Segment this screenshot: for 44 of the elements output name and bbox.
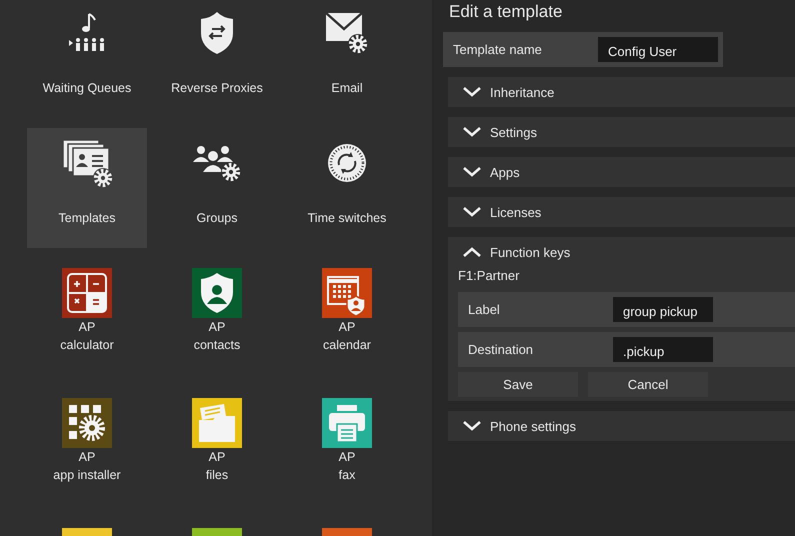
launcher-item[interactable]: Groups <box>157 128 277 248</box>
launcher-item[interactable]: Time switches <box>287 128 407 248</box>
input-field[interactable]: group pickup <box>613 297 713 322</box>
field-label: Template name <box>453 42 543 57</box>
launcher-item[interactable]: AP calculator <box>27 258 147 378</box>
section-header[interactable]: Settings <box>448 117 795 147</box>
launcher-item[interactable]: Waiting Queues <box>27 0 147 118</box>
page-title: Edit a template <box>449 2 564 23</box>
section-header[interactable]: Inheritance <box>448 77 795 107</box>
section-header[interactable]: Function keys <box>448 237 795 267</box>
chevron-down-icon <box>462 166 482 178</box>
input-field[interactable]: Config User <box>598 37 718 62</box>
calendar-icon <box>322 268 372 318</box>
envelope-gear-icon <box>324 10 370 56</box>
field-label: Destination <box>468 342 534 357</box>
section-header[interactable]: Licenses <box>448 197 795 227</box>
launcher-item[interactable]: Email <box>287 0 407 118</box>
chevron-down-icon <box>462 420 482 432</box>
launcher-item[interactable]: AP contacts <box>157 258 277 378</box>
folder-icon <box>192 398 242 448</box>
launcher-item[interactable]: Reverse Proxies <box>157 0 277 118</box>
chevron-up-icon <box>462 246 482 258</box>
launcher-item[interactable]: AP app installer <box>27 388 147 508</box>
launcher-item[interactable]: Templates <box>27 128 147 248</box>
printer-icon <box>322 398 372 448</box>
launcher-item[interactable]: AP files <box>157 388 277 508</box>
section-header[interactable]: Phone settings <box>448 411 795 441</box>
launcher-item[interactable]: AP calendar <box>287 258 407 378</box>
chevron-down-icon <box>462 126 482 138</box>
dial-icon <box>325 141 369 185</box>
chevron-down-icon <box>462 206 482 218</box>
key-title: F1:Partner <box>458 267 520 285</box>
cards-gear-icon <box>61 138 113 188</box>
launcher-item[interactable]: AP fax <box>287 388 407 508</box>
chevron-down-icon <box>462 86 482 98</box>
calculator-icon <box>62 268 112 318</box>
field-label: Label <box>468 302 501 317</box>
section-header[interactable]: Apps <box>448 157 795 187</box>
shield-person-icon <box>192 268 242 318</box>
form-button[interactable]: Cancel <box>588 372 708 397</box>
form-button[interactable]: Save <box>458 372 578 397</box>
shield-arrows-icon <box>199 10 235 56</box>
gear-blocks-icon <box>62 398 112 448</box>
input-field[interactable]: .pickup <box>613 337 713 362</box>
